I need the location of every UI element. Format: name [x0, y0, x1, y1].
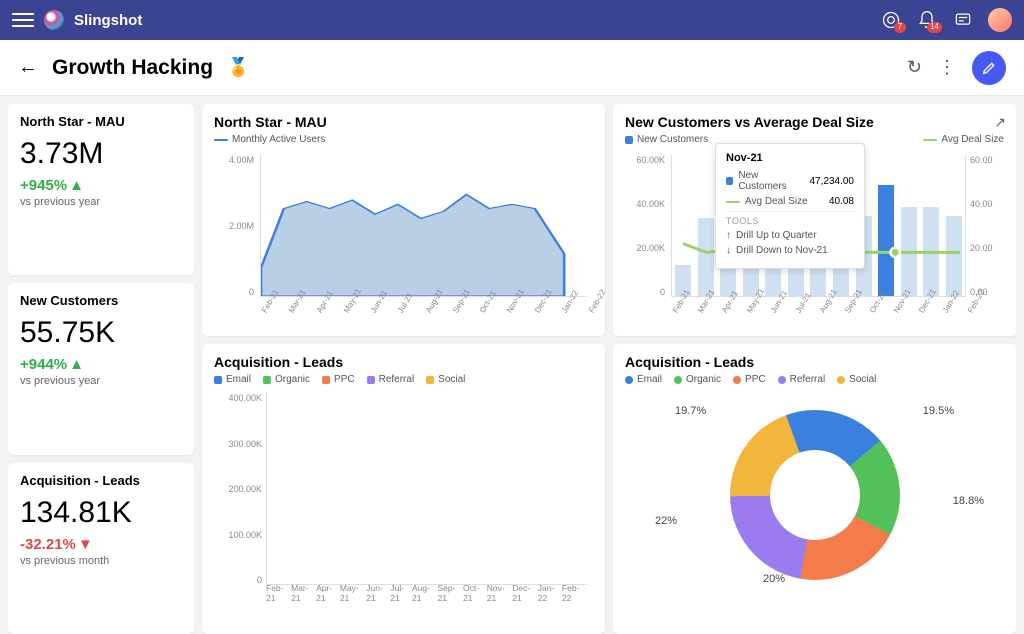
kpi-sub: vs previous year: [20, 375, 182, 387]
y-axis: 400.00K300.00K200.00K100.00K0: [214, 393, 262, 585]
kpi-delta: +945%▲: [20, 177, 182, 194]
chart-leads-donut[interactable]: Acquisition - Leads EmailOrganicPPCRefer…: [613, 344, 1016, 634]
kpi-delta: -32.21%▼: [20, 536, 182, 553]
kpi-title: New Customers: [20, 293, 182, 308]
chart-tooltip: Nov-21 New Customers47,234.00 Avg Deal S…: [715, 143, 865, 269]
x-axis: Feb-21Mar-21Apr-21May-21Jun-21Jul-21Aug-…: [266, 583, 587, 603]
title-bar: ← Growth Hacking 🏅 ↻ ⋮: [0, 40, 1024, 96]
y-axis: 4.00M2.00M0: [214, 155, 254, 297]
kpi-sub: vs previous month: [20, 555, 182, 567]
help-icon[interactable]: 7: [880, 9, 902, 31]
drill-down[interactable]: ↓ Drill Down to Nov-21: [726, 245, 854, 256]
app-name: Slingshot: [74, 12, 142, 29]
refresh-icon[interactable]: ↻: [907, 57, 922, 78]
back-icon[interactable]: ←: [18, 56, 38, 79]
kpi-value: 134.81K: [20, 496, 182, 530]
kpi-value: 55.75K: [20, 316, 182, 350]
kpi-new-customers[interactable]: New Customers 55.75K +944%▲ vs previous …: [8, 283, 194, 454]
topbar: Slingshot 7 14: [0, 0, 1024, 40]
x-axis: Feb-21Mar-21Apr-21May-21Jun-21Jul-21Aug-…: [260, 310, 587, 319]
kpi-value: 3.73M: [20, 137, 182, 171]
chart-title: Acquisition - Leads: [625, 354, 1004, 370]
avatar[interactable]: [988, 8, 1012, 32]
expand-icon[interactable]: ↗: [994, 114, 1006, 131]
ribbon-icon: 🏅: [227, 57, 249, 78]
kpi-sub: vs previous year: [20, 196, 182, 208]
chart-title: New Customers vs Average Deal Size: [625, 114, 1004, 130]
y-axis-right: 60.0040.0020.000.00: [970, 155, 1004, 297]
logo-icon: [44, 10, 64, 30]
chart-title: Acquisition - Leads: [214, 354, 593, 370]
kpi-title: North Star - MAU: [20, 114, 182, 129]
chart-leads-stacked[interactable]: Acquisition - Leads EmailOrganicPPCRefer…: [202, 344, 605, 634]
bell-icon[interactable]: 14: [916, 9, 938, 31]
help-badge: 7: [894, 22, 906, 33]
chart-customers-deal[interactable]: ↗ New Customers vs Average Deal Size New…: [613, 104, 1016, 336]
page-title: Growth Hacking: [52, 56, 213, 80]
kpi-title: Acquisition - Leads: [20, 473, 182, 488]
menu-icon[interactable]: [12, 13, 34, 27]
chat-icon[interactable]: [952, 9, 974, 31]
x-axis: Feb-21Mar-21Apr-21May-21Jun-21Jul-21Aug-…: [671, 310, 966, 319]
bell-badge: 14: [927, 22, 942, 33]
chart-title: North Star - MAU: [214, 114, 593, 130]
y-axis-left: 60.00K40.00K20.00K0: [625, 155, 665, 297]
chart-mau-area[interactable]: North Star - MAU Monthly Active Users 4.…: [202, 104, 605, 336]
kpi-delta: +944%▲: [20, 356, 182, 373]
drill-up[interactable]: ↑ Drill Up to Quarter: [726, 230, 854, 241]
kpi-leads[interactable]: Acquisition - Leads 134.81K -32.21%▼ vs …: [8, 463, 194, 634]
edit-button[interactable]: [972, 51, 1006, 85]
kpi-mau[interactable]: North Star - MAU 3.73M +945%▲ vs previou…: [8, 104, 194, 275]
kebab-icon[interactable]: ⋮: [938, 57, 956, 78]
